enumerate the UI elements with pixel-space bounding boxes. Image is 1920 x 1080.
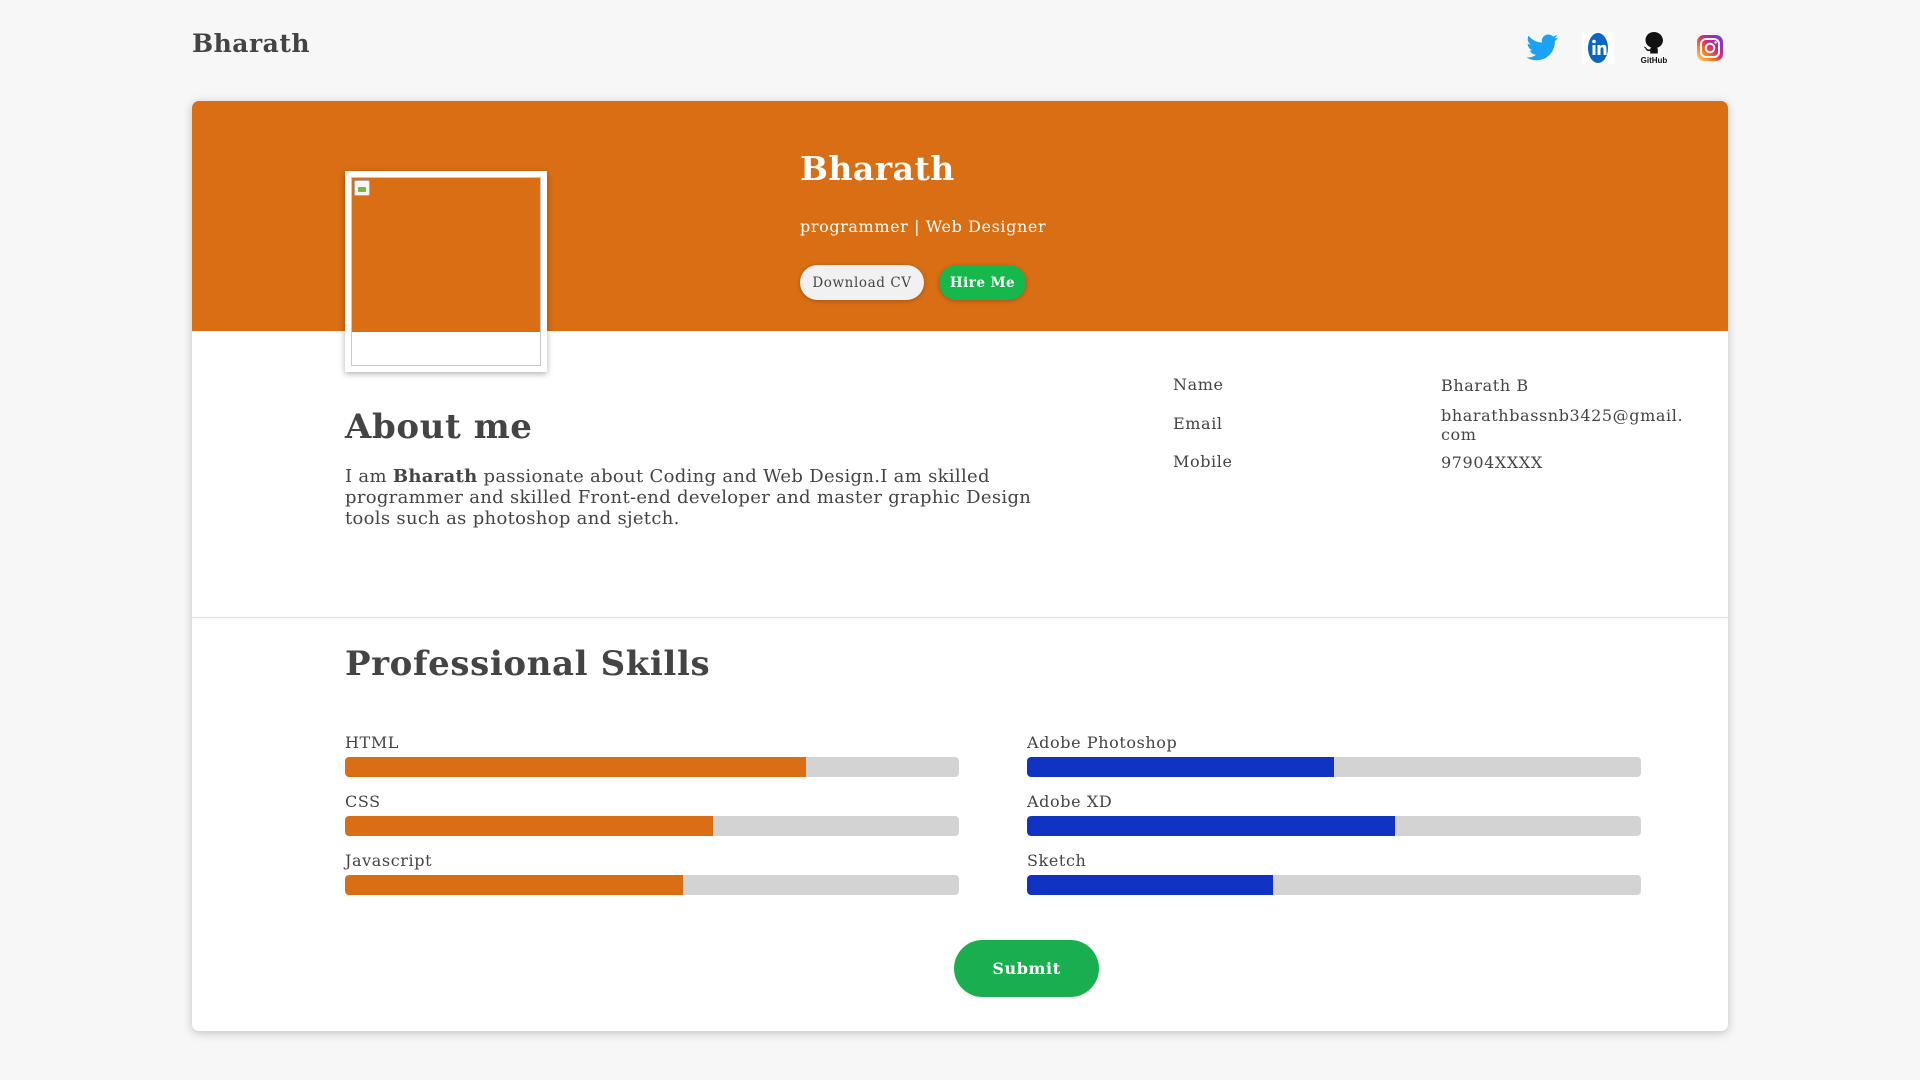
info-value-mobile: 97904XXXX: [1441, 453, 1543, 472]
skill-progress-fill: [1027, 816, 1396, 836]
hero-role: programmer | Web Designer: [800, 217, 1047, 236]
info-value-email: bharathbassnb3425@gmail.com: [1441, 406, 1684, 444]
profile-photo-frame: [345, 171, 547, 372]
about-text: I am Bharath passionate about Coding and…: [345, 466, 1075, 529]
skills-title: Professional Skills: [345, 644, 711, 684]
instagram-link[interactable]: [1692, 30, 1728, 66]
skill-progress-track: [1027, 875, 1641, 895]
skill-label: Adobe Photoshop: [1027, 733, 1178, 752]
social-links: GitHub: [1524, 30, 1728, 66]
submit-button[interactable]: Submit: [954, 940, 1099, 997]
skill-progress-fill: [345, 757, 806, 777]
broken-image-icon: [354, 180, 370, 196]
profile-card: Bharath programmer | Web Designer Downlo…: [192, 101, 1728, 1031]
about-text-name: Bharath: [392, 466, 478, 487]
github-icon: GitHub: [1641, 32, 1668, 65]
skill-progress-fill: [345, 816, 714, 836]
about-title: About me: [345, 407, 533, 447]
github-link[interactable]: GitHub: [1636, 30, 1672, 66]
twitter-icon: [1526, 34, 1558, 61]
skill-progress-track: [345, 875, 959, 895]
brand-logo[interactable]: Bharath: [192, 29, 310, 58]
profile-photo: [351, 177, 541, 366]
skill-progress-track: [1027, 757, 1641, 777]
download-cv-button[interactable]: Download CV: [800, 265, 924, 300]
hire-me-button[interactable]: Hire Me: [939, 265, 1026, 300]
skill-label: Sketch: [1027, 851, 1087, 870]
twitter-link[interactable]: [1524, 30, 1560, 66]
skill-progress-track: [345, 816, 959, 836]
skill-progress-fill: [345, 875, 683, 895]
skill-progress-track: [1027, 816, 1641, 836]
hero-name: Bharath: [800, 149, 955, 188]
linkedin-link[interactable]: [1580, 30, 1616, 66]
about-text-prefix: I am: [345, 466, 393, 487]
info-label-mobile: Mobile: [1173, 452, 1233, 471]
instagram-icon: [1697, 35, 1723, 61]
top-navbar: Bharath GitHub: [0, 0, 1920, 100]
skill-label: Adobe XD: [1027, 792, 1113, 811]
skill-progress-track: [345, 757, 959, 777]
skill-progress-fill: [1027, 875, 1273, 895]
skill-label: CSS: [345, 792, 381, 811]
info-value-name: Bharath B: [1441, 376, 1529, 395]
info-label-name: Name: [1173, 375, 1224, 394]
info-label-email: Email: [1173, 414, 1223, 433]
skill-label: Javascript: [345, 851, 433, 870]
skill-progress-fill: [1027, 757, 1334, 777]
linkedin-icon: [1582, 32, 1614, 64]
svg-text:GitHub: GitHub: [1641, 56, 1668, 65]
section-divider: [192, 617, 1728, 618]
skill-label: HTML: [345, 733, 400, 752]
